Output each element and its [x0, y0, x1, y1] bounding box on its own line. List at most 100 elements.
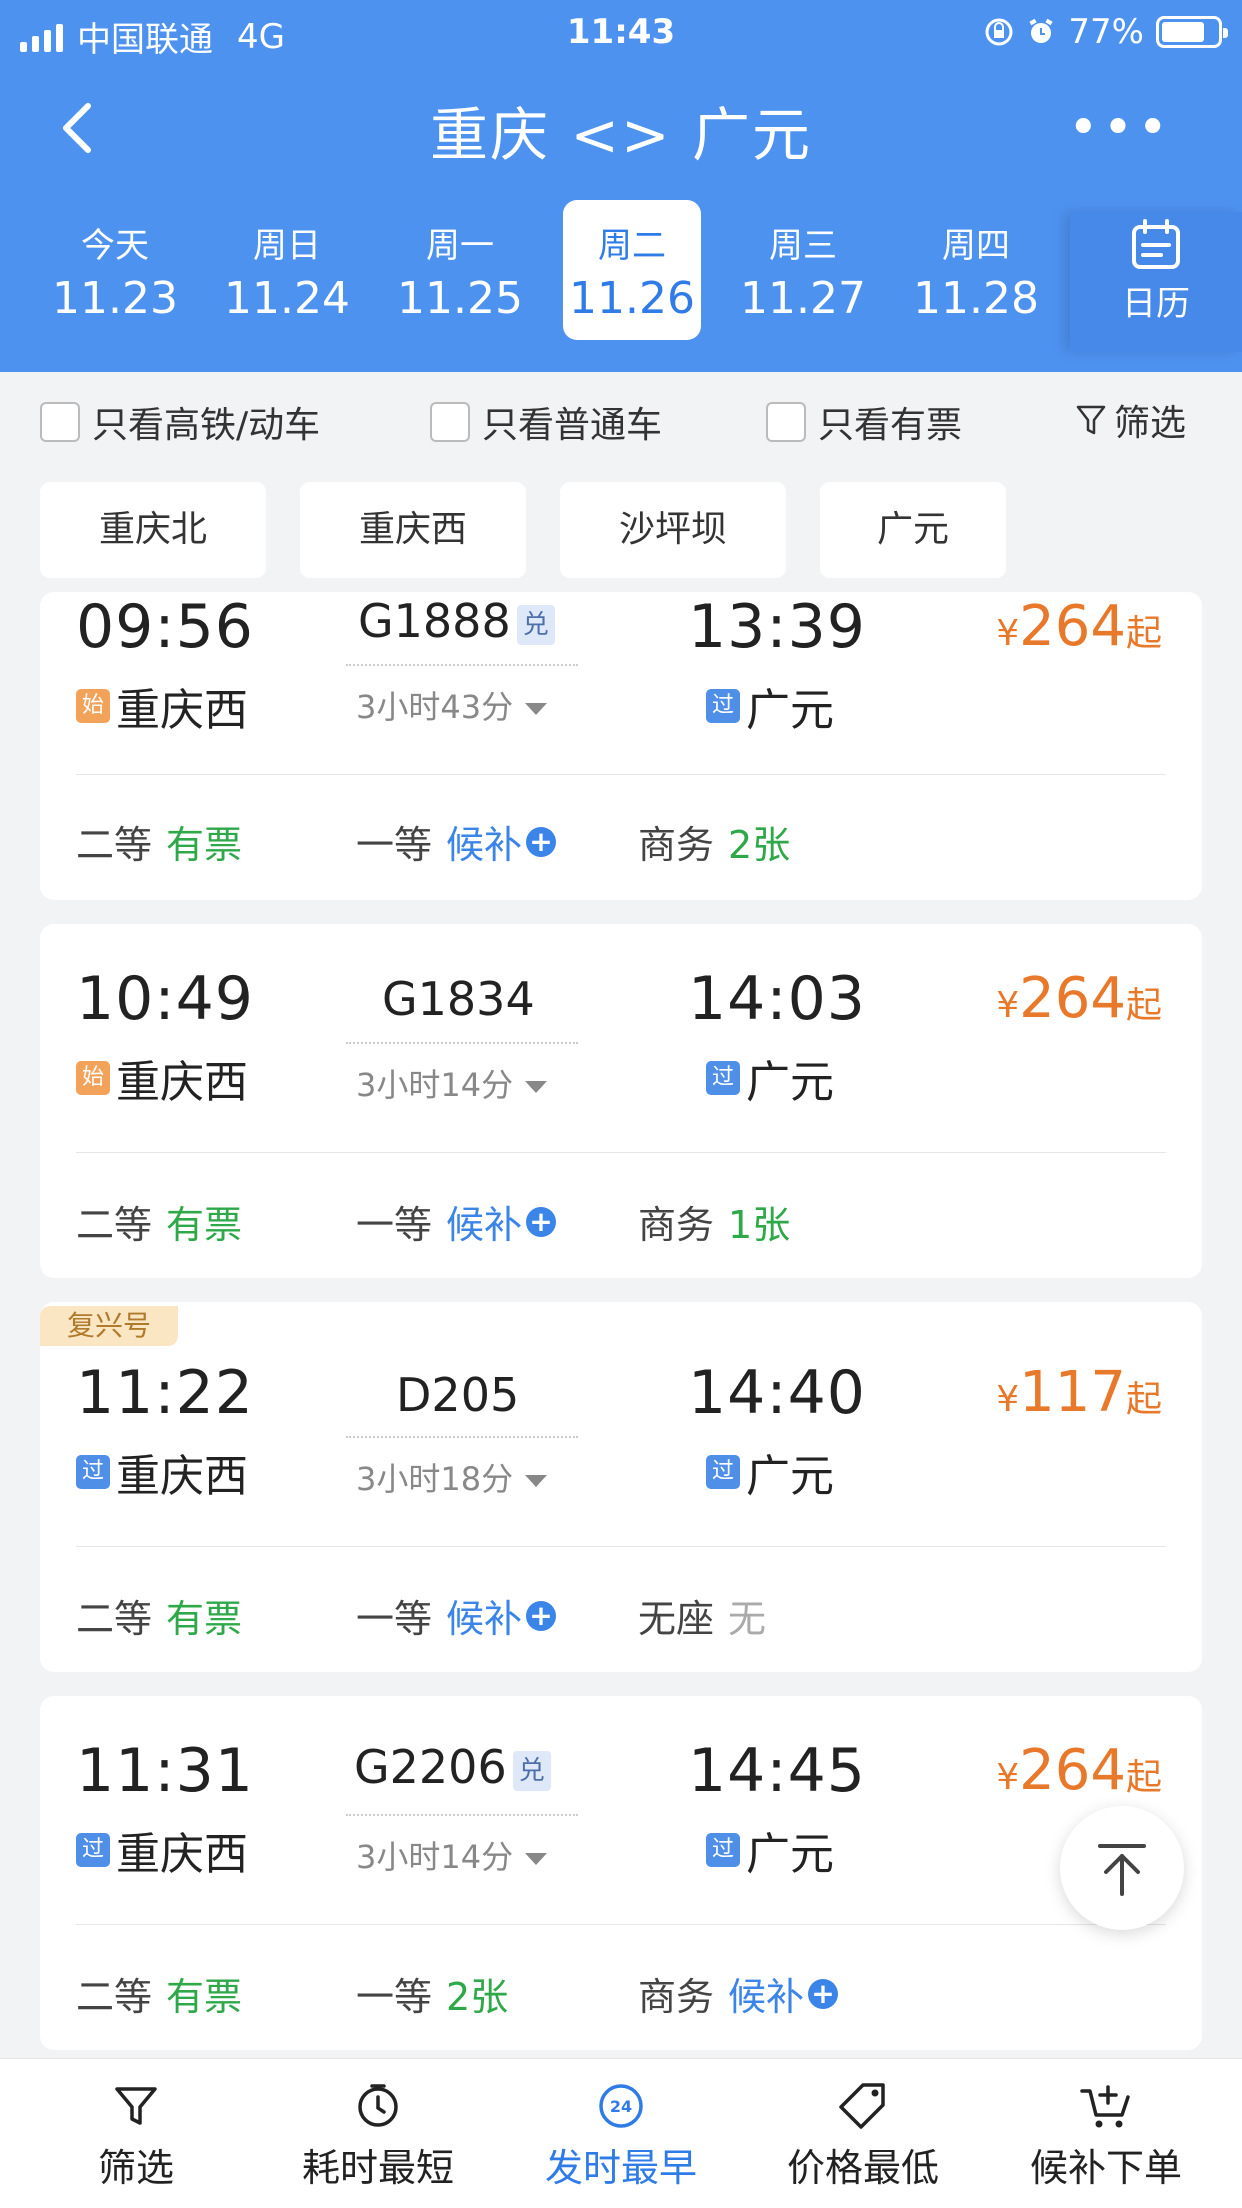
train-number: G2206 兑	[354, 1740, 551, 1794]
train-card[interactable]: 11:22 过重庆西 D205 3小时18分 14:40 过广元 ¥117起 二…	[40, 1302, 1202, 1672]
station-chip[interactable]: 重庆北	[40, 482, 266, 578]
duration[interactable]: 3小时43分	[356, 682, 548, 728]
origin-tag: 始	[76, 1061, 110, 1095]
redeem-badge: 兑	[516, 604, 555, 645]
duration[interactable]: 3小时14分	[356, 1060, 548, 1106]
price: ¥264起	[996, 1738, 1162, 1803]
pass-tag: 过	[76, 1833, 110, 1867]
seat-class[interactable]: 一等 候补 +	[356, 1194, 557, 1249]
status-bar: 中国联通 4G 11:43 77%	[0, 0, 1242, 62]
chevron-down-icon	[525, 1853, 548, 1865]
plus-icon: +	[526, 1206, 557, 1237]
alarm-icon	[1029, 18, 1054, 43]
departure-time: 10:49	[76, 964, 254, 1034]
train-card[interactable]: 10:49 始重庆西 G1834 3小时14分 14:03 过广元 ¥264起 …	[40, 924, 1202, 1278]
route-line	[346, 1436, 578, 1438]
route-line	[346, 1042, 578, 1044]
divider	[76, 1546, 1166, 1547]
more-icon[interactable]: •••	[1068, 102, 1172, 154]
seat-class[interactable]: 一等 候补 +	[356, 814, 557, 869]
calendar-button[interactable]: 日历	[1070, 212, 1242, 352]
seat-class: 二等 有票	[76, 823, 243, 867]
plus-icon: +	[526, 826, 557, 857]
seat-class: 无座无	[638, 1597, 767, 1641]
chevron-down-icon	[525, 703, 548, 715]
divider	[76, 774, 1166, 775]
plus-icon: +	[526, 1600, 557, 1631]
date-tab[interactable]: 周一 11.25	[391, 200, 529, 340]
date-tab[interactable]: 周四 11.28	[907, 200, 1045, 340]
seat-class: 二等 有票	[76, 1597, 243, 1641]
sort-shortest-button[interactable]: 耗时最短	[254, 2059, 502, 2208]
train-card[interactable]: 09:56 始重庆西 G1888 兑 3小时43分 13:39 过广元 ¥264起…	[40, 592, 1202, 900]
divider	[76, 1152, 1166, 1153]
arrival-time: 14:03	[688, 964, 866, 1034]
train-card[interactable]: 11:31 过重庆西 G2206 兑 3小时14分 14:45 过广元 ¥264起…	[40, 1696, 1202, 2050]
arrival-time: 14:45	[688, 1736, 866, 1806]
date-tab-selected[interactable]: 周二 11.26	[563, 200, 701, 340]
only-normal-checkbox[interactable]: 只看普通车	[430, 396, 662, 448]
clock-24-icon: 24	[599, 2084, 643, 2128]
price-tag-icon	[839, 2083, 885, 2129]
checkbox-box[interactable]	[766, 402, 806, 442]
date-tab[interactable]: 周日 11.24	[218, 200, 356, 340]
filter-icon	[1076, 405, 1106, 435]
sort-earliest-button[interactable]: 24 发时最早	[497, 2059, 745, 2208]
seat-class: 商务 1张	[638, 1203, 791, 1247]
filter-row: 只看高铁/动车 只看普通车 只看有票 筛选	[0, 372, 1242, 462]
only-highspeed-checkbox[interactable]: 只看高铁/动车	[40, 396, 320, 448]
route-line	[346, 664, 578, 666]
chevron-down-icon	[525, 1081, 548, 1093]
seat-class: 二等 有票	[76, 1203, 243, 1247]
date-selector: 今天 11.23 周日 11.24 周一 11.25 周二 11.26 周三 11.27 …	[0, 200, 1242, 352]
departure-station: 过重庆西	[76, 1440, 248, 1504]
origin-tag: 始	[76, 689, 110, 723]
orientation-lock-icon	[985, 18, 1013, 46]
departure-station: 始重庆西	[76, 674, 248, 738]
screen-button[interactable]: 筛选	[1076, 394, 1186, 446]
arrival-station: 过广元	[706, 674, 834, 738]
train-number: G1834	[382, 972, 535, 1026]
departure-station: 始重庆西	[76, 1046, 248, 1110]
battery-percent: 77%	[1068, 12, 1144, 52]
route-line	[346, 1814, 578, 1816]
cart-plus-icon	[1080, 2085, 1130, 2128]
seat-class: 二等 有票	[76, 1975, 243, 2019]
seat-class[interactable]: 一等 候补 +	[356, 1588, 557, 1643]
date-tab[interactable]: 今天 11.23	[46, 200, 184, 340]
duration[interactable]: 3小时18分	[356, 1454, 548, 1500]
pass-tag: 过	[706, 1833, 740, 1867]
pass-tag: 过	[706, 1061, 740, 1095]
back-to-top-button[interactable]	[1060, 1806, 1184, 1930]
nav-bar: 重庆 <> 广元 •••	[0, 80, 1242, 170]
checkbox-box[interactable]	[430, 402, 470, 442]
pass-tag: 过	[706, 689, 740, 723]
bottom-filter-button[interactable]: 筛选	[12, 2059, 260, 2208]
waitlist-order-button[interactable]: 候补下单	[982, 2059, 1230, 2208]
arrival-station: 过广元	[706, 1818, 834, 1882]
station-chip[interactable]: 重庆西	[300, 482, 526, 578]
seat-class: 商务 2张	[638, 823, 791, 867]
battery-icon	[1156, 16, 1228, 48]
price: ¥264起	[996, 966, 1162, 1031]
arrival-station: 过广元	[706, 1046, 834, 1110]
filter-icon	[115, 2087, 157, 2125]
seat-class[interactable]: 商务 候补 +	[638, 1966, 839, 2021]
station-chip[interactable]: 广元	[820, 482, 1006, 578]
station-filter-row: 重庆北 重庆西 沙坪坝 广元	[40, 482, 1242, 578]
calendar-label: 日历	[1122, 284, 1190, 324]
sort-cheapest-button[interactable]: 价格最低	[739, 2059, 987, 2208]
redeem-badge: 兑	[512, 1750, 551, 1791]
arrival-time: 13:39	[688, 592, 866, 662]
station-chip[interactable]: 沙坪坝	[560, 482, 786, 578]
fuxing-label: 复兴号	[40, 1306, 178, 1346]
pass-tag: 过	[76, 1455, 110, 1489]
departure-time: 09:56	[76, 592, 254, 662]
train-number: D205	[396, 1368, 520, 1422]
checkbox-box[interactable]	[40, 402, 80, 442]
timer-icon	[358, 2084, 398, 2127]
duration[interactable]: 3小时14分	[356, 1832, 548, 1878]
only-available-checkbox[interactable]: 只看有票	[766, 396, 962, 448]
departure-station: 过重庆西	[76, 1818, 248, 1882]
date-tab[interactable]: 周三 11.27	[734, 200, 872, 340]
